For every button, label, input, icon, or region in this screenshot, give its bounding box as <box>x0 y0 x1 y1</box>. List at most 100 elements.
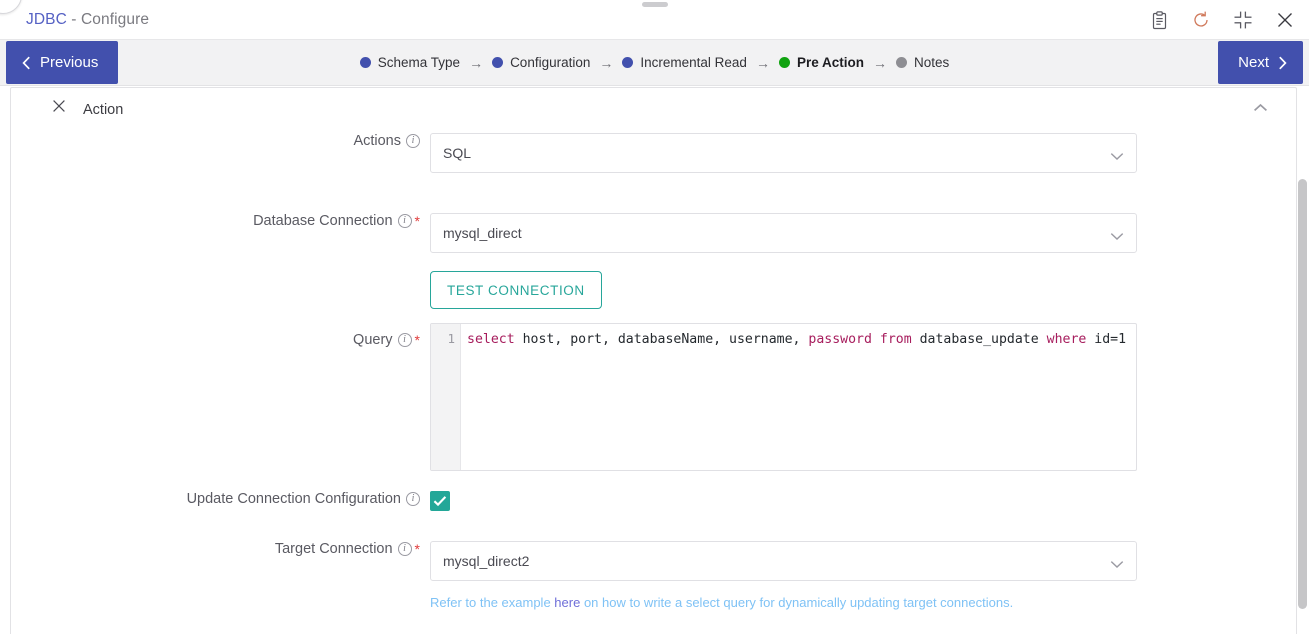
step-label: Pre Action <box>797 55 864 70</box>
sql-text: host, port, databaseName, username, <box>515 332 809 347</box>
window-title: JDBC - Configure <box>26 11 149 29</box>
step-incremental-read[interactable]: Incremental Read <box>622 55 747 70</box>
query-label-group: Query i* <box>11 323 430 348</box>
target-connection-value: mysql_direct2 <box>443 553 529 569</box>
database-connection-value: mysql_direct <box>443 225 522 241</box>
query-field: 1 select host, port, databaseName, usern… <box>430 323 1137 471</box>
window-title-app: JDBC <box>26 11 67 28</box>
info-icon[interactable]: i <box>398 333 412 347</box>
chevron-down-icon <box>1110 556 1124 572</box>
info-icon[interactable]: i <box>398 214 412 228</box>
chevron-up-icon[interactable] <box>1253 100 1268 118</box>
previous-button[interactable]: Previous <box>6 41 118 84</box>
previous-button-label: Previous <box>40 54 98 71</box>
form-row-query: Query i* 1 select host, port, databaseNa… <box>11 323 1296 471</box>
step-arrow: → <box>599 55 613 71</box>
refresh-icon[interactable] <box>1185 5 1217 35</box>
actions-label-group: Actions i <box>11 133 430 149</box>
wizard-steps: Schema Type → Configuration → Incrementa… <box>0 55 1309 71</box>
update-connection-configuration-checkbox[interactable] <box>430 491 450 511</box>
target-connection-label-group: Target Connection i* <box>11 541 430 557</box>
sql-text: database_update <box>912 332 1047 347</box>
sql-keyword: from <box>880 332 912 347</box>
step-dot <box>492 57 503 68</box>
chevron-down-icon <box>1110 148 1124 164</box>
actions-select-value: SQL <box>443 145 471 161</box>
required-asterisk: * <box>415 332 420 348</box>
info-icon[interactable]: i <box>406 492 420 506</box>
step-dot <box>622 57 633 68</box>
title-bar: JDBC - Configure <box>0 0 1309 40</box>
target-connection-field: mysql_direct2 Refer to the example here … <box>430 541 1137 610</box>
chevron-down-icon <box>1110 228 1124 244</box>
update-connection-configuration-label: Update Connection Configuration <box>187 491 401 507</box>
step-configuration[interactable]: Configuration <box>492 55 590 70</box>
query-label: Query <box>353 332 393 348</box>
close-icon[interactable] <box>1269 5 1301 35</box>
step-dot <box>360 57 371 68</box>
window-corner-decoration <box>0 0 22 14</box>
step-schema-type[interactable]: Schema Type <box>360 55 460 70</box>
step-arrow: → <box>873 55 887 71</box>
update-connection-configuration-field <box>430 491 1137 511</box>
vertical-scrollbar-thumb[interactable] <box>1298 179 1307 609</box>
actions-select[interactable]: SQL <box>430 133 1137 173</box>
database-connection-field: mysql_direct TEST CONNECTION <box>430 213 1137 309</box>
form-row-update-connection-configuration: Update Connection Configuration i <box>11 491 1296 511</box>
window-title-mode: Configure <box>81 11 149 28</box>
query-code-text[interactable]: select host, port, databaseName, usernam… <box>461 324 1136 470</box>
form-row-target-connection: Target Connection i* mysql_direct2 <box>11 541 1296 610</box>
sql-keyword: select <box>467 332 515 347</box>
target-connection-hint: Refer to the example here on how to writ… <box>430 593 1137 610</box>
form-row-actions: Actions i SQL <box>11 133 1296 173</box>
hint-before: Refer to the example <box>430 595 554 610</box>
step-arrow: → <box>469 55 483 71</box>
window-drag-handle[interactable] <box>642 2 668 7</box>
window-title-separator: - <box>67 11 81 28</box>
jdbc-configure-window: JDBC - Configure <box>0 0 1309 634</box>
step-dot <box>896 57 907 68</box>
remove-action-icon[interactable] <box>51 98 67 119</box>
next-button[interactable]: Next <box>1218 41 1303 84</box>
step-pre-action[interactable]: Pre Action <box>779 55 864 70</box>
next-button-label: Next <box>1238 54 1269 71</box>
test-connection-button[interactable]: TEST CONNECTION <box>430 271 602 309</box>
query-code-editor[interactable]: 1 select host, port, databaseName, usern… <box>430 323 1137 471</box>
clipboard-icon[interactable] <box>1143 5 1175 35</box>
step-label: Incremental Read <box>640 55 747 70</box>
check-icon <box>433 495 447 507</box>
step-label: Schema Type <box>378 55 460 70</box>
target-connection-select[interactable]: mysql_direct2 <box>430 541 1137 581</box>
test-connection-wrap: TEST CONNECTION <box>430 271 1137 309</box>
required-asterisk: * <box>415 541 420 557</box>
info-icon[interactable]: i <box>406 134 420 148</box>
step-label: Notes <box>914 55 949 70</box>
form-row-database-connection: Database Connection i* mysql_direct <box>11 213 1296 309</box>
update-connection-configuration-label-group: Update Connection Configuration i <box>11 491 430 507</box>
action-panel-header: Action <box>11 88 1296 131</box>
database-connection-label-group: Database Connection i* <box>11 213 430 229</box>
actions-field: SQL <box>430 133 1137 173</box>
action-panel-title: Action <box>83 102 123 118</box>
chevron-left-icon <box>22 56 31 70</box>
window-controls <box>1143 0 1301 40</box>
action-form: Actions i SQL <box>11 133 1296 610</box>
step-label: Configuration <box>510 55 590 70</box>
step-dot <box>779 57 790 68</box>
hint-link[interactable]: here <box>554 595 580 610</box>
content-area: Action Actions i SQL <box>0 86 1309 634</box>
sql-text <box>872 332 880 347</box>
step-notes[interactable]: Notes <box>896 55 949 70</box>
vertical-scrollbar[interactable] <box>1298 179 1307 628</box>
sql-keyword: password <box>808 332 872 347</box>
chevron-right-icon <box>1278 56 1287 70</box>
minimize-icon[interactable] <box>1227 5 1259 35</box>
actions-label: Actions <box>353 133 401 149</box>
database-connection-select[interactable]: mysql_direct <box>430 213 1137 253</box>
step-arrow: → <box>756 55 770 71</box>
info-icon[interactable]: i <box>398 542 412 556</box>
editor-line-numbers: 1 <box>431 324 461 470</box>
required-asterisk: * <box>415 213 420 229</box>
action-panel: Action Actions i SQL <box>10 87 1297 634</box>
sql-text: id=1 <box>1086 332 1126 347</box>
